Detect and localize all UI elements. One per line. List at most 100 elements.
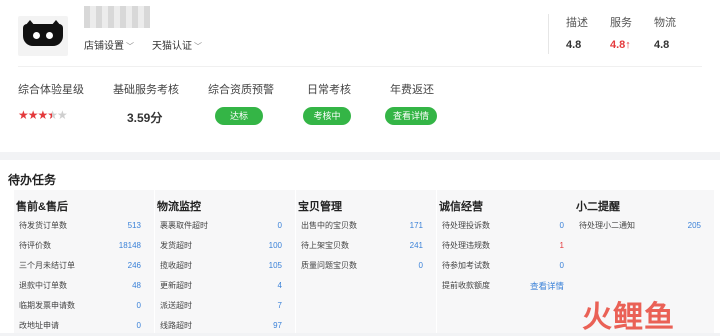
todo-row-label: 待处理违规数 <box>442 241 490 250</box>
dsr-service: 服务 4.8↑ <box>610 14 650 51</box>
panel-title: 小二提醒 <box>576 198 620 214</box>
todo-row-value[interactable]: 0 <box>419 256 423 276</box>
dsr-description: 描述 4.8 <box>566 14 606 51</box>
todo-row-label: 更新超时 <box>160 281 192 290</box>
chevron-down-icon: ﹀ <box>126 42 134 51</box>
todo-row[interactable]: 待参加考试数 0 <box>437 256 577 276</box>
todo-row[interactable]: 派送超时 7 <box>155 296 295 316</box>
star-empty-icon: ★ <box>57 108 68 122</box>
store-settings-label: 店铺设置 <box>84 41 124 52</box>
todo-row[interactable]: 出售中的宝贝数 171 <box>296 216 436 236</box>
basic-service-label: 基础服务考核 <box>113 84 179 96</box>
todo-row-label: 三个月未结订单 <box>19 261 75 270</box>
tmall-logo <box>18 16 68 56</box>
todo-row-label: 提前收款额度 <box>442 281 490 290</box>
todo-row-label: 揽收超时 <box>160 261 192 270</box>
star-rating: ★★★★★ <box>18 108 68 122</box>
dsr-value: 4.8 <box>566 39 582 51</box>
dsr-logistics: 物流 4.8 <box>654 14 694 51</box>
todo-row-value[interactable]: 205 <box>688 216 701 236</box>
todo-row[interactable]: 待处理小二通知 205 <box>574 216 714 236</box>
todo-row-value[interactable]: 171 <box>410 216 423 236</box>
todo-row-value[interactable]: 0 <box>137 316 141 336</box>
divider <box>548 14 549 54</box>
todo-row-value[interactable]: 48 <box>132 276 141 296</box>
dsr-label: 物流 <box>654 17 676 29</box>
daily-status-button[interactable]: 考核中 <box>303 107 351 125</box>
todo-row[interactable]: 待评价数 18148 <box>14 236 154 256</box>
todo-row-value[interactable]: 0 <box>560 256 564 276</box>
qualification-warning-label: 综合资质预警 <box>208 84 274 96</box>
todo-row-label: 待发货订单数 <box>19 221 67 230</box>
shop-name-redacted <box>84 6 150 28</box>
todo-row-value[interactable]: 0 <box>137 296 141 316</box>
todo-row-label: 退款中订单数 <box>19 281 67 290</box>
todo-row[interactable]: 质量问题宝贝数 0 <box>296 256 436 276</box>
basic-service-score: 3.59分 <box>127 111 163 125</box>
todo-row-label: 质量问题宝贝数 <box>301 261 357 270</box>
todo-row[interactable]: 待上架宝贝数 241 <box>296 236 436 256</box>
panel-title: 物流监控 <box>157 198 201 214</box>
star-icon: ★★★ <box>18 108 48 122</box>
todo-row-label: 待处理投诉数 <box>442 221 490 230</box>
todo-row-value[interactable]: 查看详情 <box>530 276 564 296</box>
todo-row[interactable]: 揽收超时 105 <box>155 256 295 276</box>
todo-row-label: 临期发票申请数 <box>19 301 75 310</box>
todo-panel-items: 宝贝管理 出售中的宝贝数 171 待上架宝贝数 241 质量问题宝贝数 0 <box>296 190 436 333</box>
todo-row-label: 出售中的宝贝数 <box>301 221 357 230</box>
todo-row-label: 发货超时 <box>160 241 192 250</box>
dsr-value: 4.8 <box>654 39 670 51</box>
todo-row-label: 待处理小二通知 <box>579 221 635 230</box>
chevron-down-icon: ﹀ <box>194 42 202 51</box>
tmall-cert-dropdown[interactable]: 天猫认证 ﹀ <box>152 37 202 52</box>
todo-row[interactable]: 待发货订单数 513 <box>14 216 154 236</box>
todo-row[interactable]: 待处理违规数 1 <box>437 236 577 256</box>
todo-row-value[interactable]: 7 <box>278 296 282 316</box>
todo-row-label: 改地址申请 <box>19 321 59 330</box>
todo-row[interactable]: 提前收款额度 查看详情 <box>437 276 577 296</box>
todo-row[interactable]: 待处理投诉数 0 <box>437 216 577 236</box>
panel-title: 售前&售后 <box>16 198 68 214</box>
annual-details-button[interactable]: 查看详情 <box>385 107 437 125</box>
todo-row[interactable]: 改地址申请 0 <box>14 316 154 336</box>
todo-row-label: 待参加考试数 <box>442 261 490 270</box>
todo-row-value[interactable]: 513 <box>128 216 141 236</box>
todo-row-label: 待上架宝贝数 <box>301 241 349 250</box>
todo-row-value[interactable]: 4 <box>278 276 282 296</box>
experience-rating-label: 综合体验星级 <box>18 84 84 96</box>
todo-row-value[interactable]: 105 <box>269 256 282 276</box>
todo-panel-logistics: 物流监控 裹裹取件超时 0 发货超时 100 揽收超时 105 更新超时 4 派送超时 7 线路超时… <box>155 190 295 333</box>
todo-row-value[interactable]: 246 <box>128 256 141 276</box>
dsr-label: 服务 <box>610 17 632 29</box>
dsr-label: 描述 <box>566 17 588 29</box>
half-star-icon: ★ <box>47 108 58 122</box>
todo-row[interactable]: 临期发票申请数 0 <box>14 296 154 316</box>
todo-row-value[interactable]: 97 <box>273 316 282 336</box>
todo-row[interactable]: 线路超时 97 <box>155 316 295 336</box>
todo-panel-presale-aftersale: 售前&售后 待发货订单数 513 待评价数 18148 三个月未结订单 246 退款中订单数… <box>14 190 154 333</box>
watermark-logo: 火鲤鱼 <box>582 301 675 334</box>
todo-row-label: 派送超时 <box>160 301 192 310</box>
divider <box>18 66 702 67</box>
todo-row[interactable]: 发货超时 100 <box>155 236 295 256</box>
todo-row-value[interactable]: 0 <box>278 216 282 236</box>
shop-overview-card: 店铺设置 ﹀ 天猫认证 ﹀ 描述 4.8 服务 4.8↑ 物流 4.8 综合体验星级… <box>0 0 720 152</box>
todo-row-value[interactable]: 100 <box>269 236 282 256</box>
panel-title: 宝贝管理 <box>298 198 342 214</box>
store-settings-dropdown[interactable]: 店铺设置 ﹀ <box>84 37 134 52</box>
daily-assessment-label: 日常考核 <box>307 84 351 96</box>
todo-row[interactable]: 退款中订单数 48 <box>14 276 154 296</box>
section-title: 待办任务 <box>8 173 57 187</box>
todo-row-value[interactable]: 1 <box>560 236 564 256</box>
todo-row[interactable]: 三个月未结订单 246 <box>14 256 154 276</box>
tmall-cat-icon <box>23 20 63 46</box>
todo-row-value[interactable]: 241 <box>410 236 423 256</box>
dsr-value: 4.8↑ <box>610 39 631 51</box>
todo-panel-integrity: 诚信经营 待处理投诉数 0 待处理违规数 1 待参加考试数 0 提前收款额度 查看详情 <box>437 190 577 333</box>
todo-row-label: 线路超时 <box>160 321 192 330</box>
qualification-status-button[interactable]: 达标 <box>215 107 263 125</box>
todo-row-value[interactable]: 0 <box>560 216 564 236</box>
todo-row[interactable]: 更新超时 4 <box>155 276 295 296</box>
todo-row[interactable]: 裹裹取件超时 0 <box>155 216 295 236</box>
todo-row-value[interactable]: 18148 <box>119 236 141 256</box>
